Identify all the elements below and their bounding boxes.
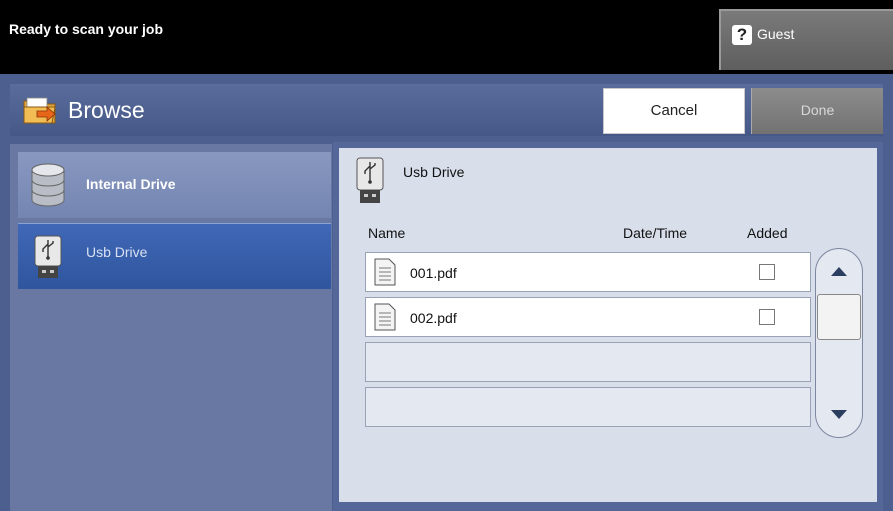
scroll-up-arrow-icon[interactable]: [816, 249, 862, 293]
guest-button[interactable]: ? Guest: [719, 9, 893, 70]
browse-window: Browse Cancel Done Internal Drive Usb Dr…: [0, 74, 893, 511]
usb-drive-icon: [356, 157, 384, 203]
status-bar: Ready to scan your job ? Guest: [0, 0, 893, 74]
drive-item-internal[interactable]: Internal Drive: [18, 152, 331, 218]
file-browser-pane: Usb Drive Name Date/Time Added 001.pdf 0…: [333, 142, 883, 511]
drive-item-usb[interactable]: Usb Drive: [18, 223, 331, 289]
added-checkbox[interactable]: [759, 264, 775, 280]
usb-drive-icon: [34, 235, 62, 278]
scroll-thumb[interactable]: [817, 294, 861, 340]
folder-browse-icon: [23, 97, 56, 124]
file-row[interactable]: 002.pdf: [365, 297, 811, 337]
current-location-label: Usb Drive: [403, 164, 465, 180]
column-header-datetime: Date/Time: [623, 225, 688, 241]
drive-label-usb: Usb Drive: [86, 244, 148, 260]
document-icon: [374, 258, 396, 286]
status-message: Ready to scan your job: [9, 21, 164, 37]
scroll-down-arrow-icon[interactable]: [816, 393, 862, 437]
scrollbar[interactable]: [815, 248, 863, 438]
page-title: Browse: [68, 97, 145, 123]
database-icon: [31, 163, 65, 207]
drive-list: Internal Drive Usb Drive: [10, 144, 332, 511]
column-header-added: Added: [747, 225, 788, 241]
file-browser-panel: Usb Drive Name Date/Time Added 001.pdf 0…: [339, 148, 877, 502]
file-name: 001.pdf: [410, 265, 457, 281]
added-checkbox[interactable]: [759, 309, 775, 325]
empty-row: [365, 387, 811, 427]
document-icon: [374, 303, 396, 331]
drive-label-internal: Internal Drive: [86, 176, 176, 192]
done-button[interactable]: Done: [751, 88, 883, 134]
header-bar: Browse Cancel Done: [10, 84, 883, 136]
guest-label: Guest: [757, 26, 795, 42]
cancel-button[interactable]: Cancel: [603, 88, 745, 134]
file-row[interactable]: 001.pdf: [365, 252, 811, 292]
empty-row: [365, 342, 811, 382]
file-name: 002.pdf: [410, 310, 457, 326]
help-key-icon: ?: [732, 25, 752, 45]
column-header-name: Name: [368, 225, 406, 241]
